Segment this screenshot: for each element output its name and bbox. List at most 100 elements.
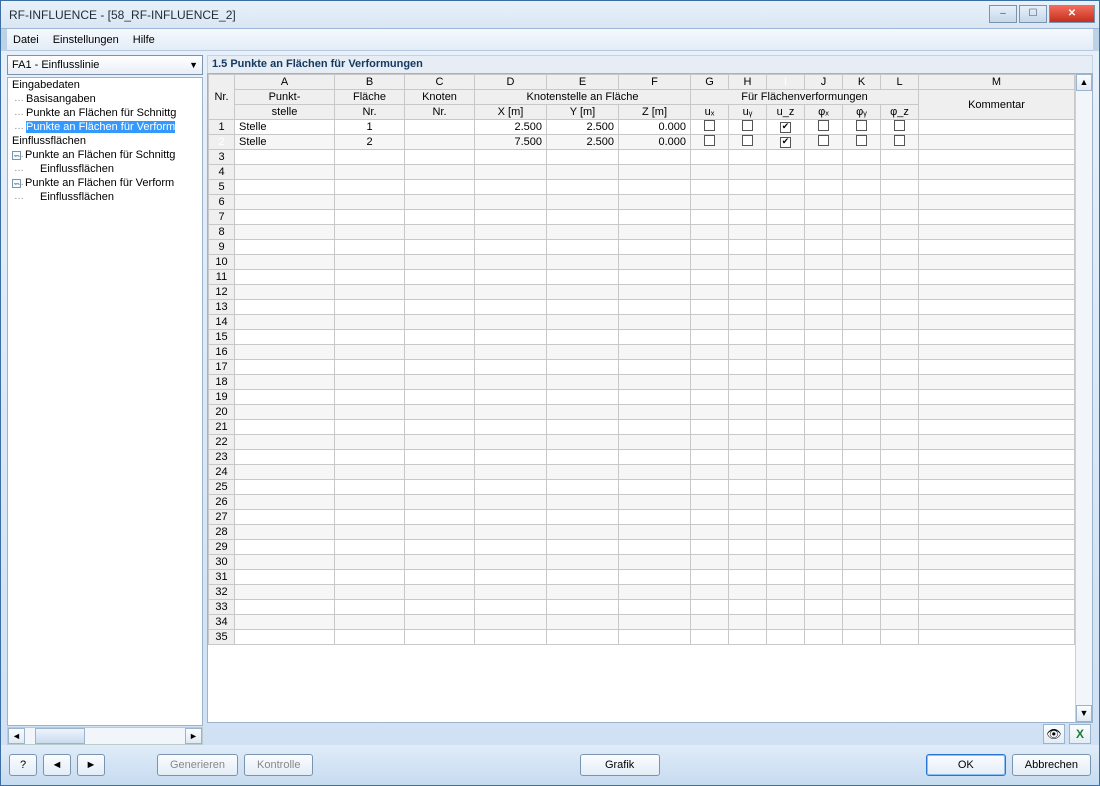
hdr-A[interactable]: A	[235, 75, 335, 90]
row-number[interactable]: 4	[209, 165, 235, 180]
cell-flaeche[interactable]: 2	[335, 135, 405, 150]
row-number[interactable]: 9	[209, 240, 235, 255]
scroll-down-icon[interactable]: ▼	[1076, 705, 1092, 722]
table-row[interactable]: 20	[209, 405, 1075, 420]
menu-settings[interactable]: Einstellungen	[53, 34, 119, 46]
hdr-H[interactable]: H	[729, 75, 767, 90]
table-row[interactable]: 30	[209, 555, 1075, 570]
table-row[interactable]: 27	[209, 510, 1075, 525]
table-row[interactable]: 33	[209, 600, 1075, 615]
table-row[interactable]: 25	[209, 480, 1075, 495]
table-row[interactable]: 3	[209, 150, 1075, 165]
table-row[interactable]: 17	[209, 360, 1075, 375]
cell-stelle[interactable]: Stelle	[235, 135, 335, 150]
row-number[interactable]: 18	[209, 375, 235, 390]
row-number[interactable]: 12	[209, 285, 235, 300]
hdr-J[interactable]: J	[805, 75, 843, 90]
excel-export-button[interactable]: X	[1069, 724, 1091, 744]
cell-phiy[interactable]	[843, 135, 881, 150]
table-row[interactable]: 2Stelle27.5002.5000.000	[209, 135, 1075, 150]
checkbox[interactable]	[780, 122, 791, 133]
tree-item-einfluss-b[interactable]: Einflussflächen	[8, 190, 202, 204]
row-number[interactable]: 15	[209, 330, 235, 345]
table-row[interactable]: 34	[209, 615, 1075, 630]
row-number[interactable]: 21	[209, 420, 235, 435]
table-row[interactable]: 22	[209, 435, 1075, 450]
abbrechen-button[interactable]: Abbrechen	[1012, 754, 1091, 776]
cell-uz[interactable]	[767, 135, 805, 150]
table-row[interactable]: 6	[209, 195, 1075, 210]
cell-knoten[interactable]	[405, 135, 475, 150]
collapse-icon[interactable]: –	[12, 151, 21, 160]
row-number[interactable]: 26	[209, 495, 235, 510]
row-number[interactable]: 20	[209, 405, 235, 420]
cell-z[interactable]: 0.000	[619, 135, 691, 150]
preview-button[interactable]: 👁	[1043, 724, 1065, 744]
table-row[interactable]: 24	[209, 465, 1075, 480]
cell-uz[interactable]	[767, 120, 805, 135]
row-number[interactable]: 11	[209, 270, 235, 285]
table-row[interactable]: 11	[209, 270, 1075, 285]
table-row[interactable]: 8	[209, 225, 1075, 240]
checkbox[interactable]	[894, 135, 905, 146]
row-number[interactable]: 30	[209, 555, 235, 570]
scroll-track[interactable]	[25, 728, 185, 744]
checkbox[interactable]	[856, 135, 867, 146]
close-button[interactable]: ✕	[1049, 5, 1095, 23]
scroll-thumb[interactable]	[35, 728, 85, 744]
row-number[interactable]: 10	[209, 255, 235, 270]
row-number[interactable]: 31	[209, 570, 235, 585]
row-number[interactable]: 34	[209, 615, 235, 630]
row-number[interactable]: 7	[209, 210, 235, 225]
tree-item-verform1[interactable]: Punkte an Flächen für Verform	[8, 120, 202, 134]
cell-stelle[interactable]: Stelle	[235, 120, 335, 135]
table-row[interactable]: 19	[209, 390, 1075, 405]
next-button[interactable]: ►	[77, 754, 105, 776]
row-number[interactable]: 19	[209, 390, 235, 405]
row-number[interactable]: 14	[209, 315, 235, 330]
cell-y[interactable]: 2.500	[547, 120, 619, 135]
cell-ux[interactable]	[691, 135, 729, 150]
table-row[interactable]: 4	[209, 165, 1075, 180]
scroll-left-icon[interactable]: ◄	[8, 728, 25, 744]
table-row[interactable]: 13	[209, 300, 1075, 315]
table-row[interactable]: 7	[209, 210, 1075, 225]
hdr-C[interactable]: C	[405, 75, 475, 90]
table-row[interactable]: 5	[209, 180, 1075, 195]
tree-root-eingabedaten[interactable]: Eingabedaten	[8, 78, 202, 92]
grid-vscroll[interactable]: ▲ ▼	[1075, 74, 1092, 722]
tree-item-schnittg2[interactable]: –Punkte an Flächen für Schnittg	[8, 148, 202, 162]
cell-flaeche[interactable]: 1	[335, 120, 405, 135]
sidebar-hscroll[interactable]: ◄ ►	[7, 727, 203, 745]
cell-uy[interactable]	[729, 135, 767, 150]
generieren-button[interactable]: Generieren	[157, 754, 238, 776]
hdr-B[interactable]: B	[335, 75, 405, 90]
row-number[interactable]: 8	[209, 225, 235, 240]
cell-kommentar[interactable]	[919, 120, 1075, 135]
table-row[interactable]: 1Stelle12.5002.5000.000	[209, 120, 1075, 135]
table-row[interactable]: 28	[209, 525, 1075, 540]
row-number[interactable]: 16	[209, 345, 235, 360]
checkbox[interactable]	[742, 135, 753, 146]
row-number[interactable]: 33	[209, 600, 235, 615]
row-number[interactable]: 27	[209, 510, 235, 525]
table-row[interactable]: 23	[209, 450, 1075, 465]
hdr-F[interactable]: F	[619, 75, 691, 90]
table-row[interactable]: 16	[209, 345, 1075, 360]
cell-z[interactable]: 0.000	[619, 120, 691, 135]
hdr-K[interactable]: K	[843, 75, 881, 90]
table-row[interactable]: 10	[209, 255, 1075, 270]
scroll-up-icon[interactable]: ▲	[1076, 74, 1092, 91]
maximize-button[interactable]: ☐	[1019, 5, 1047, 23]
row-number[interactable]: 5	[209, 180, 235, 195]
checkbox[interactable]	[742, 120, 753, 131]
table-row[interactable]: 18	[209, 375, 1075, 390]
minimize-button[interactable]: –	[989, 5, 1017, 23]
tree-item-verform2[interactable]: –Punkte an Flächen für Verform	[8, 176, 202, 190]
table-row[interactable]: 26	[209, 495, 1075, 510]
hdr-I[interactable]: I	[767, 75, 805, 90]
hdr-D[interactable]: D	[475, 75, 547, 90]
tree-item-schnittg1[interactable]: Punkte an Flächen für Schnittg	[8, 106, 202, 120]
row-number[interactable]: 25	[209, 480, 235, 495]
hdr-L[interactable]: L	[881, 75, 919, 90]
